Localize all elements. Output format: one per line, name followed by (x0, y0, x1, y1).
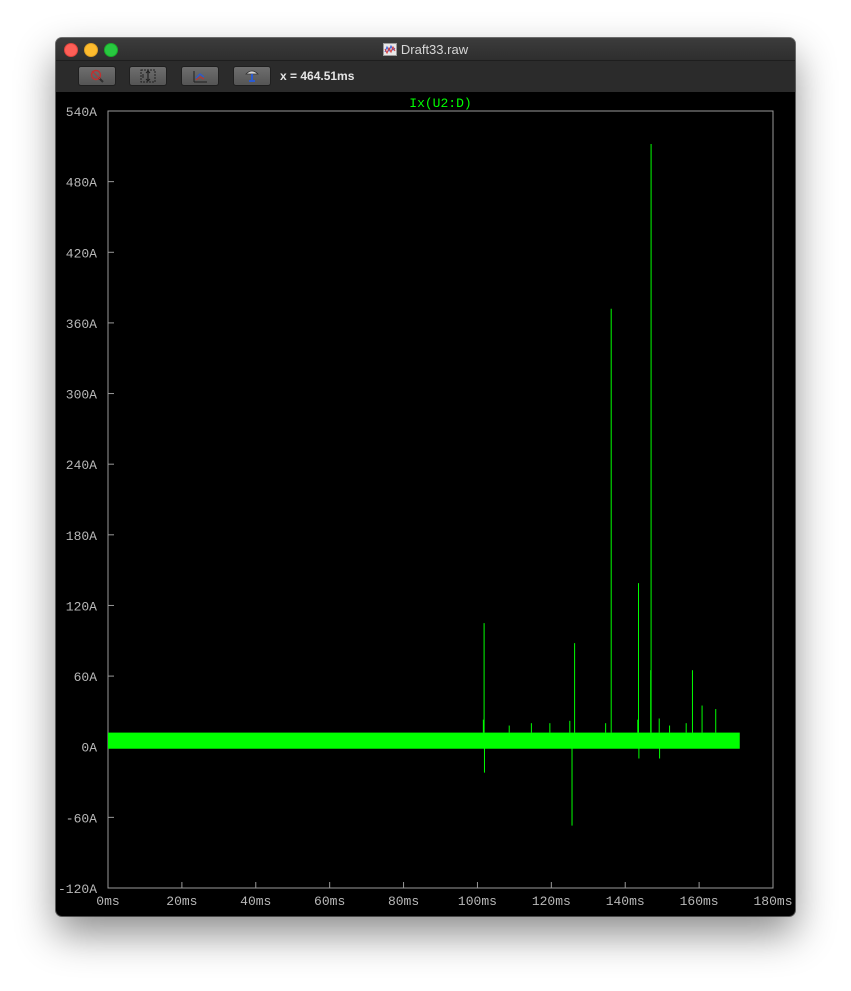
waveform-plot[interactable]: Ix(U2:D) 540A 480A 420A 360A 300A 240A 180A 120A… (56, 92, 795, 916)
trace-title[interactable]: Ix(U2:D) (409, 96, 471, 111)
x-tick-label: 160ms (680, 894, 719, 909)
autorange-y-button[interactable] (129, 66, 167, 86)
autorange-x-button[interactable] (181, 66, 219, 86)
y-tick-label: 300A (66, 388, 97, 403)
plot-frame (107, 110, 774, 889)
x-tick-label: 100ms (458, 894, 497, 909)
trace-oscillation-band (108, 732, 740, 749)
plot-settings-button[interactable] (233, 66, 271, 86)
y-tick-label: 60A (74, 670, 98, 685)
x-tick-label: 180ms (753, 894, 792, 909)
x-tick-label: 60ms (314, 894, 345, 909)
zoom-to-fit-button[interactable] (78, 66, 116, 86)
cursor-position-readout: x = 464.51ms (280, 69, 355, 83)
y-tick-label: 420A (66, 246, 97, 261)
y-tick-label: 120A (66, 599, 97, 614)
waveform-window: Draft33.raw x = 464.51ms Ix(U2:D) 540A 4… (56, 38, 795, 916)
zoom-to-fit-icon (90, 69, 104, 83)
x-tick-label: 40ms (240, 894, 271, 909)
y-tick-label: 180A (66, 529, 97, 544)
y-tick-label: 540A (66, 105, 97, 120)
y-tick-label: -60A (66, 811, 97, 826)
y-tick-label: 0A (81, 741, 97, 756)
y-tick-label: 240A (66, 458, 97, 473)
y-tick-label: 480A (66, 176, 97, 191)
x-tick-label: 80ms (388, 894, 419, 909)
autorange-x-icon (193, 71, 207, 83)
toolbar: x = 464.51ms (56, 61, 795, 92)
x-tick-label: 0ms (96, 894, 119, 909)
autorange-y-icon (140, 69, 156, 83)
waveform-file-icon (382, 42, 397, 56)
x-tick-label: 20ms (166, 894, 197, 909)
y-tick-label: -120A (58, 882, 97, 897)
plot-settings-icon (245, 70, 259, 82)
title-bar[interactable]: Draft33.raw (56, 38, 795, 61)
y-tick-label: 360A (66, 317, 97, 332)
x-tick-label: 140ms (606, 894, 645, 909)
x-tick-label: 120ms (532, 894, 571, 909)
window-title: Draft33.raw (400, 41, 469, 57)
